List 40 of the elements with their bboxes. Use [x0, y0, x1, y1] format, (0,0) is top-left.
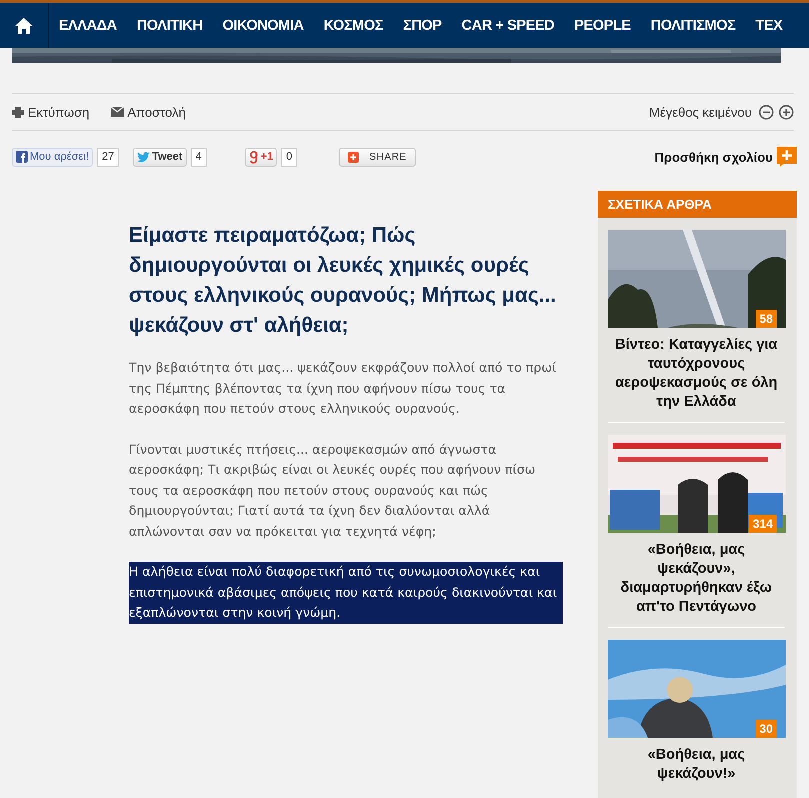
article-title: Είμαστε πειραματόζωα; Πώς δημιουργούνται οι λευκές χημικές ουρές στους ελληνικούς ουρανούς; Μήπως μας... ψεκάζουν στ' αλήθεια; [129, 223, 558, 339]
add-comment-link[interactable]: Προσθήκη σχολίου [654, 147, 797, 167]
comment-count-badge: 58 [756, 310, 777, 328]
text-size-label: Μέγεθος κειμένου [649, 104, 752, 120]
comment-count-badge: 30 [756, 720, 777, 738]
bird-icon [137, 152, 150, 162]
nav-link[interactable]: ΚΟΣΜΟΣ [324, 18, 384, 34]
nav-link[interactable]: ΤΕΧ [756, 18, 783, 34]
add-comment-icon [777, 147, 797, 167]
tweet-count: 4 [190, 148, 207, 166]
envelope-icon [110, 107, 124, 117]
article-paragraph: Γίνονται μυστικές πτήσεις... αεροψεκασμών από άγνωστα αεροσκάφη; Τι ακριβώς είναι οι λευκές ουρές που αφήνουν πίσω τους τα αεροσκάφη που πετούν στους ουρανούς και πώς δημιουργούνται; Γιατί αυτά τα ίχνη δεν διαλύονται αλλά απλώνονται σαν να πρόκειται για τεχνητά νέφη; [129, 442, 536, 538]
tweet-button[interactable]: Tweet [133, 148, 187, 166]
share-button[interactable]: SHARE [339, 148, 416, 166]
nav-link[interactable]: CAR + SPEED [462, 18, 554, 34]
related-article-link[interactable]: «Βοήθεια, μας ψεκάζουν!» [608, 746, 785, 784]
plus-icon [348, 152, 360, 162]
plus-one-button[interactable]: +1 [244, 148, 278, 166]
zoom-out-icon[interactable] [759, 104, 774, 120]
like-button[interactable]: Μου αρέσει! [12, 148, 94, 166]
related-article-link[interactable]: Βίντεο: Καταγγελίες για ταυτόχρονους αεροψεκασμούς σε όλη την Ελλάδα [608, 336, 785, 412]
send-link[interactable]: Αποστολή [110, 104, 186, 120]
article-paragraph: Την βεβαιότητα ότι μας... ψεκάζουν εκφράζουν πολλοί από το πρωί της Πέμπτης βλέποντας τα ίχνη που αφήνουν πίσω τους τα αεροσκάφη που πετούν στους ελληνικούς ουρανούς. [129, 360, 556, 416]
nav-link[interactable]: ΕΛΛΑΔΑ [59, 18, 117, 34]
nav-link[interactable]: ΠΟΛΙΤΙΚΗ [136, 18, 203, 34]
plus-one-count: 0 [281, 148, 298, 166]
related-header: ΣΧΕΤΙΚΑ ΑΡΘΡΑ [598, 191, 797, 218]
nav-link[interactable]: PEOPLE [574, 18, 631, 34]
comment-count-badge: 314 [748, 515, 777, 533]
facebook-icon [16, 151, 28, 163]
nav-link[interactable]: ΟΙΚΟΝΟΜΙΑ [222, 18, 304, 34]
nav-link[interactable]: ΠΟΛΙΤΙΣΜΟΣ [650, 18, 736, 34]
related-article-link[interactable]: «Βοήθεια, μας ψεκάζουν», διαμαρτυρήθηκαν έξω απ'το Πεντάγωνο [608, 541, 785, 617]
zoom-in-icon[interactable] [779, 104, 794, 120]
nav-link[interactable]: ΣΠΟΡ [403, 18, 442, 34]
print-link[interactable]: Εκτύπωση [12, 104, 90, 120]
home-icon [14, 16, 34, 34]
g-logo-icon [248, 150, 259, 164]
like-count: 27 [97, 148, 120, 166]
article-paragraph: Η αλήθεια είναι πολύ διαφορετική από τις συνωμοσιολογικές και επιστημονικά αβάσιμες απόψεις που κατά καιρούς διακινούνται και εξαπλώνονται στην κοινή γνώμη. [129, 562, 563, 624]
